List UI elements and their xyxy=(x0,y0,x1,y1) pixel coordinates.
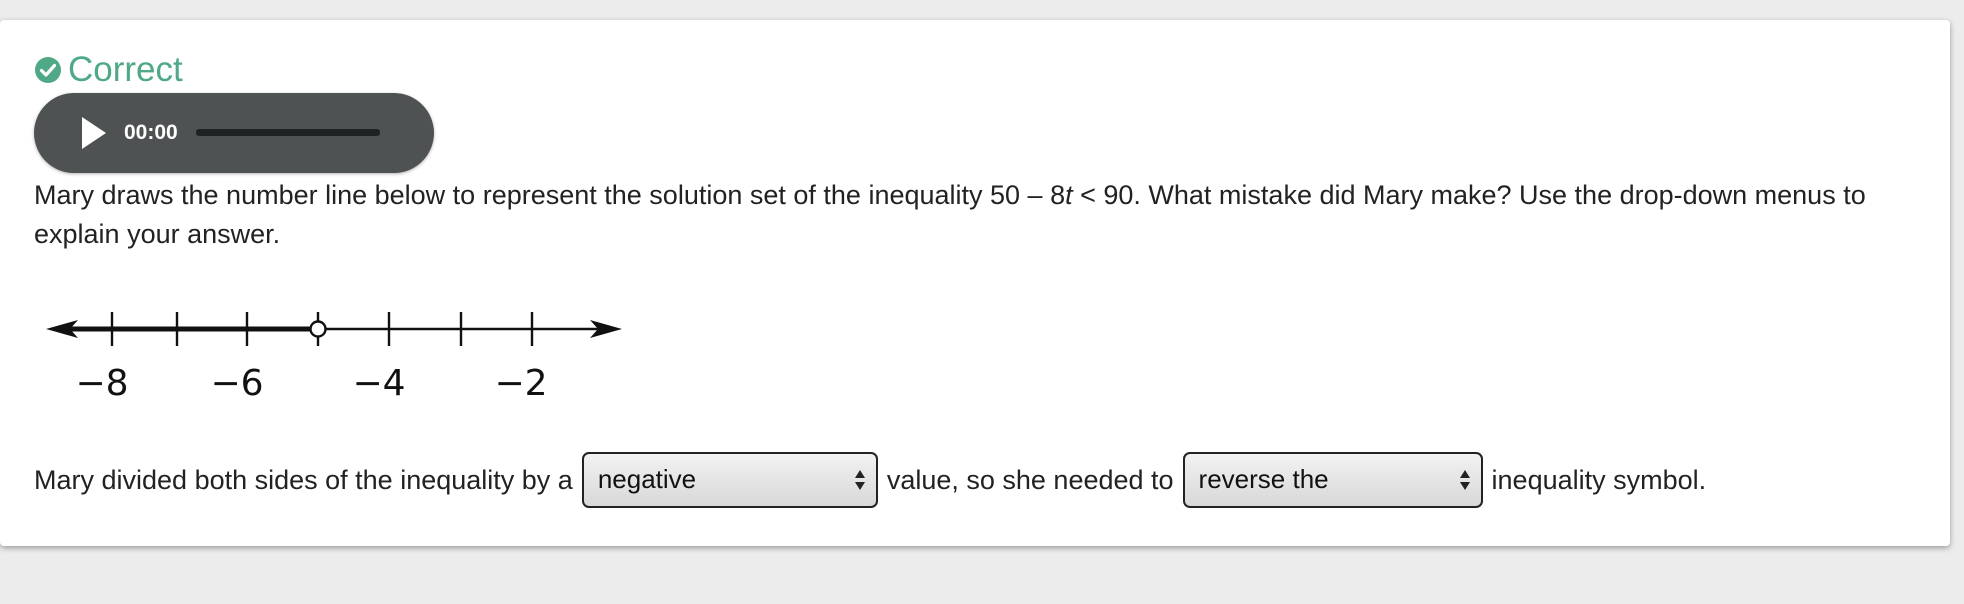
tick-label: −8 xyxy=(75,363,128,404)
correct-status: Correct xyxy=(34,50,183,90)
question-variable: t xyxy=(1065,180,1073,210)
question-text-before: Mary draws the number line below to repr… xyxy=(34,180,1066,210)
tick-label: −4 xyxy=(352,363,405,404)
number-line: −8 −6 −4 −2 xyxy=(40,300,630,415)
tick-label: −6 xyxy=(210,363,263,404)
symbol-action-select-value: reverse the xyxy=(1198,464,1329,494)
answer-text-2: value, so she needed to xyxy=(886,464,1174,495)
play-icon[interactable] xyxy=(82,117,106,149)
select-arrows-icon xyxy=(854,470,865,490)
check-circle-icon xyxy=(34,56,62,84)
status-label: Correct xyxy=(68,50,183,89)
question-text: Mary draws the number line below to repr… xyxy=(34,176,1914,254)
answer-text-3: inequality symbol. xyxy=(1491,464,1707,495)
open-circle-marker xyxy=(309,320,327,338)
answer-sentence: Mary divided both sides of the inequalit… xyxy=(34,450,1715,510)
answer-text-1: Mary divided both sides of the inequalit… xyxy=(34,464,573,495)
audio-player: 00:00 xyxy=(34,93,434,173)
symbol-action-select[interactable]: reverse the xyxy=(1182,452,1483,508)
select-arrows-icon xyxy=(1459,470,1470,490)
divisor-sign-select-value: negative xyxy=(597,464,697,494)
divisor-sign-select[interactable]: negative xyxy=(581,452,878,508)
audio-seek-bar[interactable] xyxy=(196,129,380,136)
audio-time: 00:00 xyxy=(124,121,178,144)
tick-label: −2 xyxy=(494,363,547,404)
